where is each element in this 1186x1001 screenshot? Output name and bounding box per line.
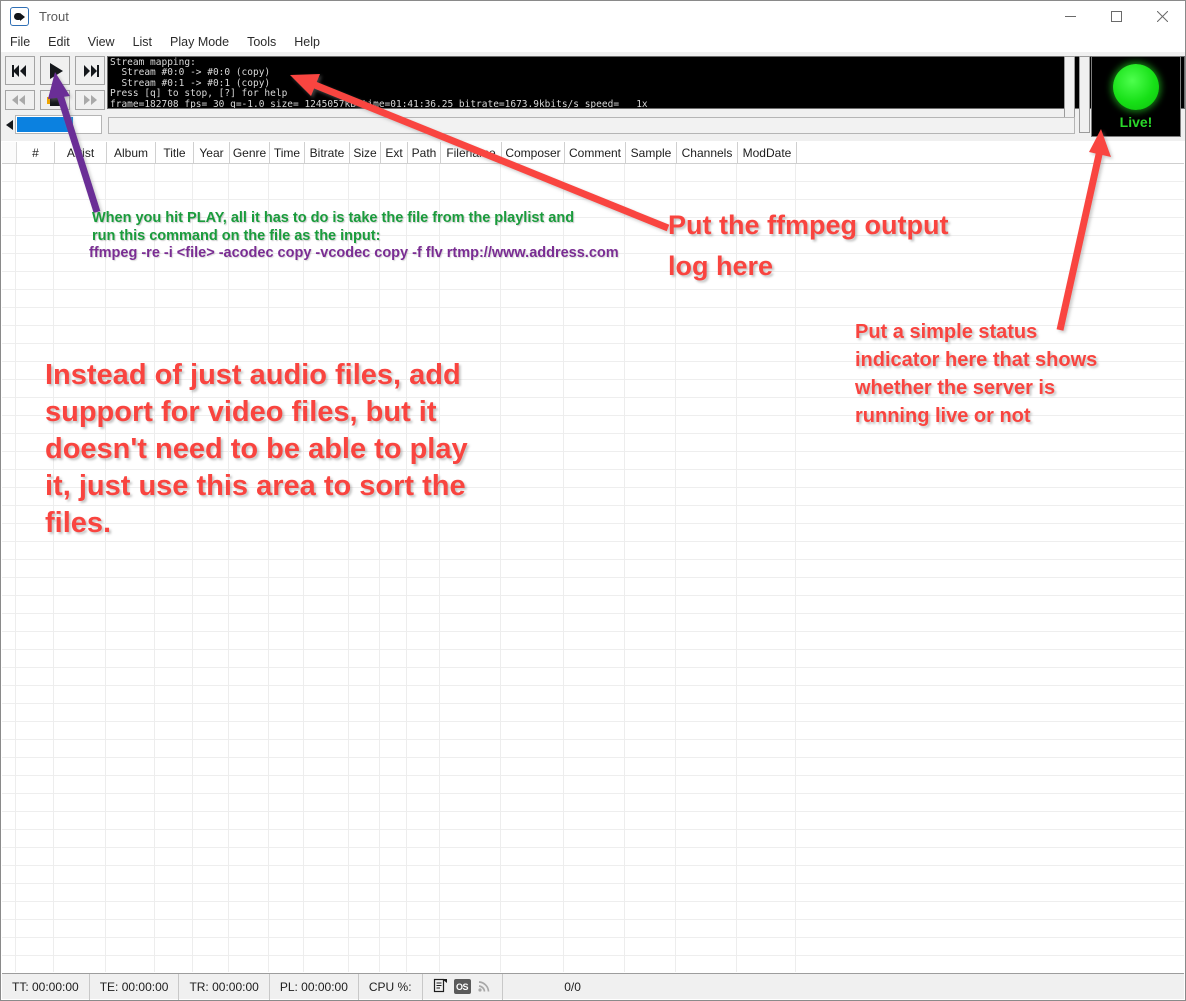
playlist-rows-grid[interactable] <box>2 164 1184 972</box>
column-header-channels[interactable]: Channels <box>677 142 738 163</box>
column-separator <box>348 164 349 972</box>
column-separator <box>795 164 796 972</box>
column-separator <box>53 164 54 972</box>
title-bar: Trout <box>1 1 1185 31</box>
status-filler <box>643 974 1184 1000</box>
column-separator <box>624 164 625 972</box>
column-header-ext[interactable]: Ext <box>381 142 408 163</box>
next-track-icon <box>82 64 99 77</box>
column-header-title[interactable]: Title <box>156 142 194 163</box>
os-badge-icon[interactable]: OS <box>453 979 471 994</box>
menu-item-list[interactable]: List <box>133 35 162 49</box>
live-status-indicator[interactable]: Live! <box>1091 56 1181 137</box>
playlist-area[interactable]: # Artist Album Title Year Genre Time Bitrate Siz… <box>2 142 1184 972</box>
rewind-icon <box>12 95 28 105</box>
rss-broadcast-icon[interactable] <box>477 978 492 996</box>
toolbar: Stream mapping: Stream #0:0 -> #0:0 (cop… <box>1 52 1185 141</box>
minimize-icon[interactable] <box>1047 1 1093 31</box>
column-separator <box>379 164 380 972</box>
column-separator <box>736 164 737 972</box>
transport-primary-row <box>5 56 105 85</box>
column-separator <box>154 164 155 972</box>
column-header-year[interactable]: Year <box>194 142 230 163</box>
maximize-icon[interactable] <box>1093 1 1139 31</box>
column-header-composer[interactable]: Composer <box>502 142 565 163</box>
menu-item-edit[interactable]: Edit <box>48 35 80 49</box>
window-title: Trout <box>39 8 69 24</box>
next-track-button[interactable] <box>75 56 105 85</box>
window-controls <box>1047 1 1185 31</box>
fast-forward-button[interactable] <box>75 90 105 110</box>
transport-controls <box>5 56 105 134</box>
status-bar: TT: 00:00:00 TE: 00:00:00 TR: 00:00:00 P… <box>2 973 1184 1000</box>
close-icon[interactable] <box>1139 1 1185 31</box>
menu-item-file[interactable]: File <box>10 35 40 49</box>
stop-button[interactable] <box>40 90 70 110</box>
volume-control[interactable] <box>5 115 105 134</box>
column-separator <box>268 164 269 972</box>
seek-bar[interactable] <box>108 117 1075 134</box>
column-header--[interactable]: # <box>17 142 55 163</box>
live-status-label: Live! <box>1119 113 1153 130</box>
menu-item-view[interactable]: View <box>88 35 125 49</box>
ffmpeg-output-console: Stream mapping: Stream #0:0 -> #0:0 (cop… <box>107 56 1185 109</box>
trout-application-window: Trout File Edit View List Play Mode Tool… <box>0 0 1186 1001</box>
status-cpu: CPU %: <box>359 973 423 1000</box>
column-separator <box>439 164 440 972</box>
column-header-moddate[interactable]: ModDate <box>738 142 797 163</box>
volume-slider-fill <box>17 117 74 132</box>
volume-slider[interactable] <box>15 115 102 134</box>
menu-bar: File Edit View List Play Mode Tools Help <box>1 31 1185 52</box>
column-separator <box>303 164 304 972</box>
status-track-count: 0/0 <box>564 979 581 994</box>
menu-item-play-mode[interactable]: Play Mode <box>170 35 239 49</box>
column-separator <box>563 164 564 972</box>
playlist-export-icon[interactable] <box>433 978 448 996</box>
previous-track-icon <box>11 64 29 77</box>
playlist-column-separators <box>2 164 1184 972</box>
column-header-filename[interactable]: Filename <box>441 142 502 163</box>
column-separator <box>406 164 407 972</box>
transport-secondary-row <box>5 90 105 110</box>
menu-item-help[interactable]: Help <box>294 35 330 49</box>
status-elapsed-time: TE: 00:00:00 <box>90 973 180 1000</box>
side-panel-right[interactable] <box>1079 56 1090 133</box>
previous-track-button[interactable] <box>5 56 35 85</box>
status-remaining-time: TR: 00:00:00 <box>179 973 270 1000</box>
column-header-genre[interactable]: Genre <box>230 142 270 163</box>
menu-item-tools[interactable]: Tools <box>247 35 286 49</box>
status-icon-group: OS <box>423 973 503 1000</box>
column-header-artist[interactable]: Artist <box>55 142 107 163</box>
column-header-sample[interactable]: Sample <box>626 142 677 163</box>
rewind-button[interactable] <box>5 90 35 110</box>
ffmpeg-console-text: Stream mapping: Stream #0:0 -> #0:0 (cop… <box>110 57 648 109</box>
column-separator <box>500 164 501 972</box>
seek-bar-container <box>108 117 1075 134</box>
column-header-path[interactable]: Path <box>408 142 441 163</box>
column-header-album[interactable]: Album <box>107 142 156 163</box>
play-button[interactable] <box>40 56 70 85</box>
playlist-row-gutter <box>2 142 17 163</box>
live-led-icon <box>1113 63 1159 110</box>
column-header-comment[interactable]: Comment <box>565 142 626 163</box>
column-separator <box>105 164 106 972</box>
column-separator <box>675 164 676 972</box>
fast-forward-icon <box>82 95 98 105</box>
column-header-bitrate[interactable]: Bitrate <box>305 142 350 163</box>
column-header-time[interactable]: Time <box>270 142 305 163</box>
status-playlist-time: PL: 00:00:00 <box>270 973 359 1000</box>
play-icon <box>50 62 63 79</box>
column-separator <box>192 164 193 972</box>
status-total-time: TT: 00:00:00 <box>2 973 90 1000</box>
speaker-icon <box>6 119 13 130</box>
stop-icon <box>46 94 61 106</box>
fish-app-icon <box>10 6 29 26</box>
column-header-size[interactable]: Size <box>350 142 381 163</box>
playlist-column-headers: # Artist Album Title Year Genre Time Bitrate Siz… <box>2 142 1184 164</box>
column-separator <box>15 164 16 972</box>
column-separator <box>228 164 229 972</box>
